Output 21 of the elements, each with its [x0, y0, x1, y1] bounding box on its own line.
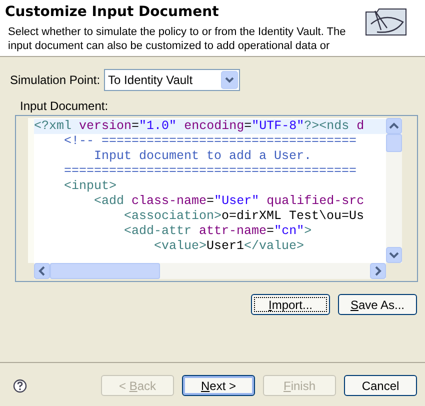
scroll-up-icon[interactable] [386, 118, 402, 134]
wizard-button[interactable]: Next > [182, 375, 255, 396]
vertical-scrollbar[interactable] [386, 118, 402, 263]
compass-folder-icon [365, 8, 407, 36]
scroll-left-icon[interactable] [34, 263, 50, 279]
scroll-right-icon[interactable] [370, 263, 386, 279]
chevron-down-icon [221, 71, 238, 89]
field-label: Simulation Point: [10, 72, 100, 89]
field-label: Input Document: [20, 99, 108, 113]
help-icon[interactable] [13, 378, 27, 392]
scroll-thumb[interactable] [386, 134, 402, 152]
page-title: Customize Input Document [5, 4, 220, 20]
page-description: Select whether to simulate the policy to or from the Identity Vault. The input document can also be customized to add operational data or [7, 25, 347, 53]
document-button[interactable]: Import... [251, 294, 330, 315]
simulation-point-dropdown[interactable]: To Identity Vault [104, 69, 240, 91]
scroll-thumb[interactable] [50, 263, 160, 279]
code-editor[interactable] [34, 118, 386, 263]
horizontal-scrollbar[interactable] [34, 263, 386, 279]
document-button[interactable]: Save As... [338, 294, 417, 315]
wizard-button[interactable]: Cancel [344, 375, 417, 396]
scroll-down-icon[interactable] [386, 247, 402, 263]
